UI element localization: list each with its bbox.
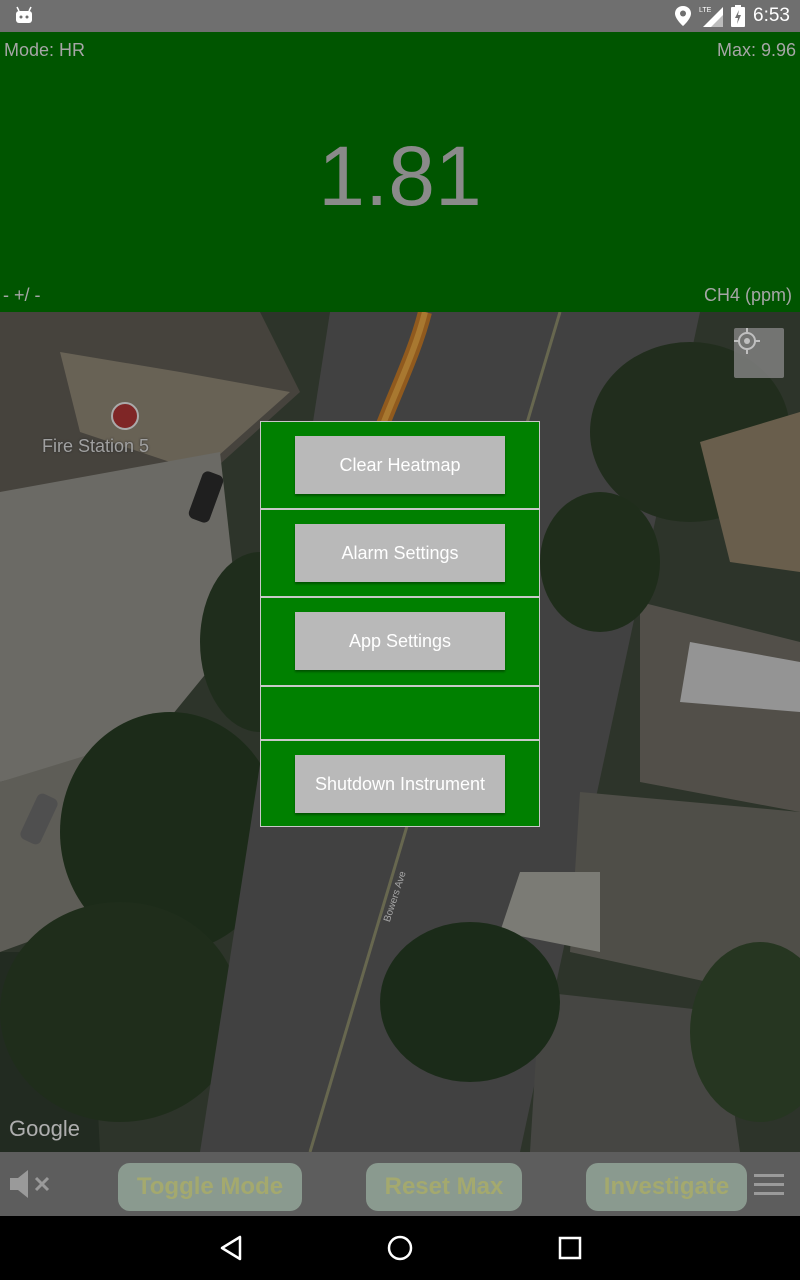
location-icon (675, 6, 692, 26)
menu-row-app-settings: App Settings (260, 597, 540, 686)
toggle-mode-button[interactable]: Toggle Mode (118, 1163, 302, 1211)
battery-icon (731, 5, 746, 27)
clock: 6:53 (753, 5, 790, 26)
lte-signal-icon: LTE (699, 7, 724, 27)
menu-row-clear-heatmap: Clear Heatmap (260, 421, 540, 509)
max-label: Max: 9.96 (716, 40, 796, 60)
svg-text:LTE: LTE (699, 7, 712, 14)
back-icon[interactable] (216, 1232, 248, 1264)
investigate-button[interactable]: Investigate (586, 1163, 747, 1211)
alarm-settings-button[interactable]: Alarm Settings (295, 524, 505, 582)
menu-row-empty (260, 686, 540, 740)
navigation-bar (0, 1216, 800, 1280)
bottom-toolbar: Toggle Mode Reset Max Investigate (0, 1152, 800, 1216)
status-bar: LTE 6:53 (0, 0, 800, 32)
recents-icon[interactable] (554, 1232, 586, 1264)
home-icon[interactable] (384, 1232, 416, 1264)
delta-label: - +/ - (3, 285, 41, 305)
clear-heatmap-button[interactable]: Clear Heatmap (295, 436, 505, 494)
menu-row-alarm-settings: Alarm Settings (260, 509, 540, 597)
reading-panel: Mode: HR Max: 9.96 1.81 - +/ - CH4 (ppm) (0, 32, 800, 312)
reading-value: 1.81 (318, 129, 482, 223)
mode-label: Mode: HR (4, 40, 86, 60)
options-menu: Clear Heatmap Alarm Settings App Setting… (260, 421, 540, 827)
reset-max-button[interactable]: Reset Max (366, 1163, 522, 1211)
android-icon (16, 6, 32, 23)
app-settings-button[interactable]: App Settings (295, 612, 505, 670)
shutdown-instrument-button[interactable]: Shutdown Instrument (295, 755, 505, 813)
mute-icon[interactable] (10, 1168, 56, 1200)
menu-row-shutdown: Shutdown Instrument (260, 740, 540, 827)
hamburger-menu-icon[interactable] (754, 1174, 784, 1196)
unit-label: CH4 (ppm) (703, 285, 792, 305)
